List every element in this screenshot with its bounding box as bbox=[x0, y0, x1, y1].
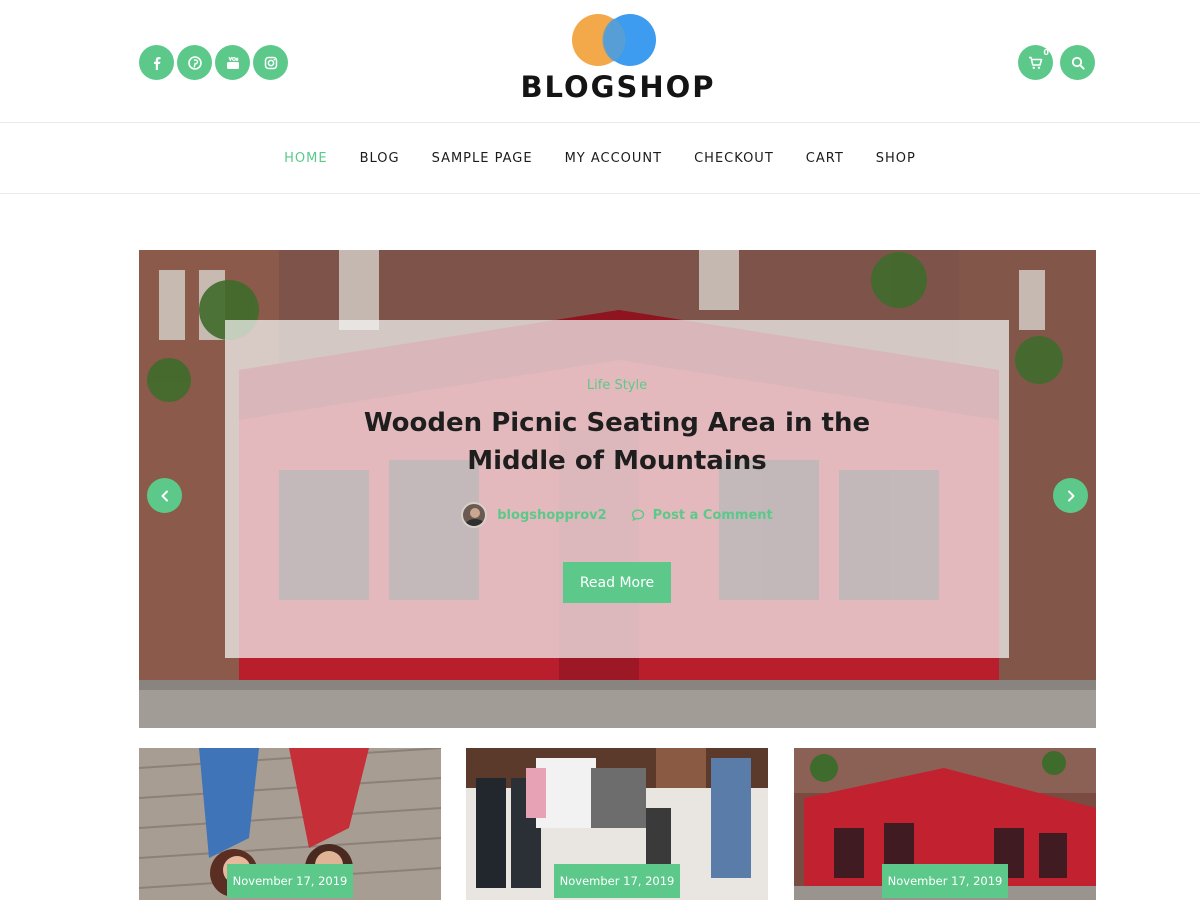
slide-meta: blogshopprov2 Post a Comment bbox=[225, 502, 1009, 528]
nav-item-checkout[interactable]: CHECKOUT bbox=[694, 151, 774, 166]
youtube-icon[interactable] bbox=[215, 45, 250, 80]
site-logo[interactable]: BLOGSHOP bbox=[520, 14, 716, 106]
read-more-button[interactable]: Read More bbox=[563, 562, 671, 603]
header-actions: 0 bbox=[1018, 45, 1095, 80]
nav-item-cart[interactable]: CART bbox=[806, 151, 844, 166]
instagram-icon[interactable] bbox=[253, 45, 288, 80]
slide-title[interactable]: Wooden Picnic Seating Area in the Middle… bbox=[317, 404, 917, 480]
site-title: BLOGSHOP bbox=[520, 70, 716, 104]
nav-item-blog[interactable]: BLOG bbox=[360, 151, 400, 166]
main-navigation: HOME BLOG SAMPLE PAGE MY ACCOUNT CHECKOU… bbox=[0, 124, 1200, 194]
facebook-icon[interactable] bbox=[139, 45, 174, 80]
nav-item-home[interactable]: HOME bbox=[284, 151, 327, 166]
site-header: BLOGSHOP 0 bbox=[0, 0, 1200, 123]
comment-link[interactable]: Post a Comment bbox=[631, 508, 773, 523]
chevron-right-icon bbox=[1067, 490, 1074, 501]
slider-next-button[interactable] bbox=[1053, 478, 1088, 513]
cart-icon bbox=[1029, 56, 1043, 69]
post-date[interactable]: November 17, 2019 bbox=[554, 864, 680, 898]
nav-item-sample-page[interactable]: SAMPLE PAGE bbox=[432, 151, 533, 166]
pinterest-icon[interactable] bbox=[177, 45, 212, 80]
post-card[interactable]: November 17, 2019 bbox=[466, 748, 768, 900]
search-button[interactable] bbox=[1060, 45, 1095, 80]
logo-mark-icon bbox=[572, 14, 656, 66]
post-date[interactable]: November 17, 2019 bbox=[227, 864, 353, 898]
nav-item-shop[interactable]: SHOP bbox=[876, 151, 916, 166]
post-card[interactable]: November 17, 2019 bbox=[139, 748, 441, 900]
cart-count-badge: 0 bbox=[1043, 48, 1049, 57]
post-card[interactable]: November 17, 2019 bbox=[794, 748, 1096, 900]
featured-slider: Life Style Wooden Picnic Seating Area in… bbox=[139, 250, 1096, 728]
comment-icon bbox=[631, 509, 644, 521]
post-date[interactable]: November 17, 2019 bbox=[882, 864, 1008, 898]
chevron-left-icon bbox=[161, 490, 168, 501]
social-links bbox=[139, 45, 288, 80]
slide-caption: Life Style Wooden Picnic Seating Area in… bbox=[225, 320, 1009, 658]
post-grid: November 17, 2019 November 17, 2019 Nove… bbox=[139, 748, 1096, 900]
nav-item-my-account[interactable]: MY ACCOUNT bbox=[565, 151, 663, 166]
cart-button[interactable]: 0 bbox=[1018, 45, 1053, 80]
search-icon bbox=[1071, 56, 1085, 70]
author-link[interactable]: blogshopprov2 bbox=[497, 508, 606, 523]
slide-category[interactable]: Life Style bbox=[225, 378, 1009, 393]
slider-prev-button[interactable] bbox=[147, 478, 182, 513]
comment-link-label: Post a Comment bbox=[652, 507, 773, 523]
author-avatar bbox=[461, 502, 488, 528]
